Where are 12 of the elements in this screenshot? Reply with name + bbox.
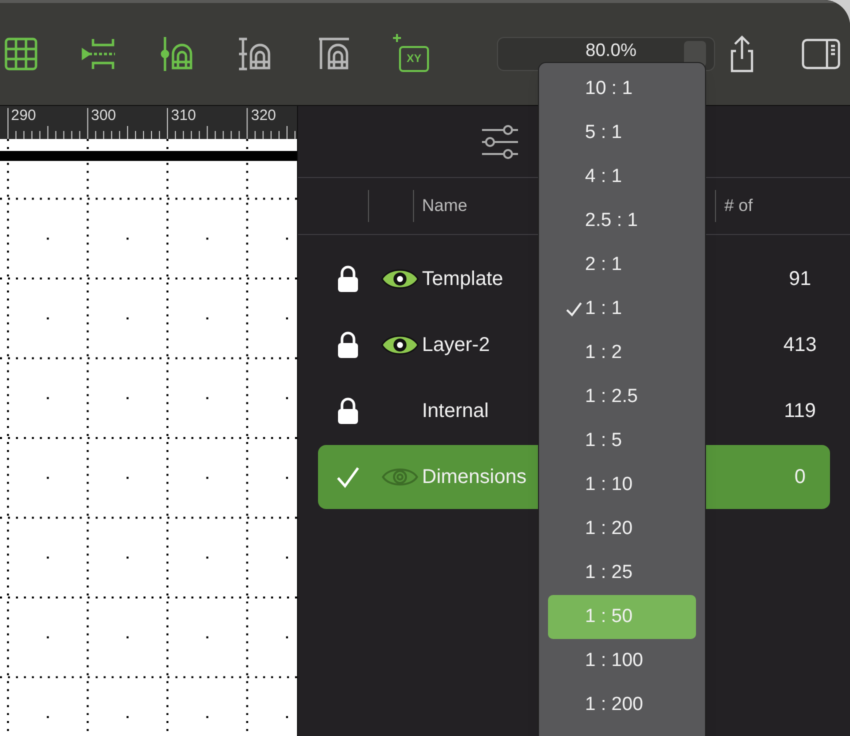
layer-name: Internal (422, 400, 489, 422)
layer-name: Layer-2 (422, 334, 490, 356)
layer-name: Dimensions (422, 466, 526, 488)
layer-count: 413 (782, 333, 818, 358)
ruler-label: 300 (91, 108, 116, 123)
ruler-label: 320 (251, 108, 276, 123)
ruler-label: 310 (171, 108, 196, 123)
layer-name: Template (422, 268, 504, 290)
layer-count: 91 (788, 267, 812, 292)
ruler-label: 290 (11, 108, 36, 123)
layer-count: 0 (793, 465, 807, 490)
layer-count: 119 (783, 399, 817, 424)
